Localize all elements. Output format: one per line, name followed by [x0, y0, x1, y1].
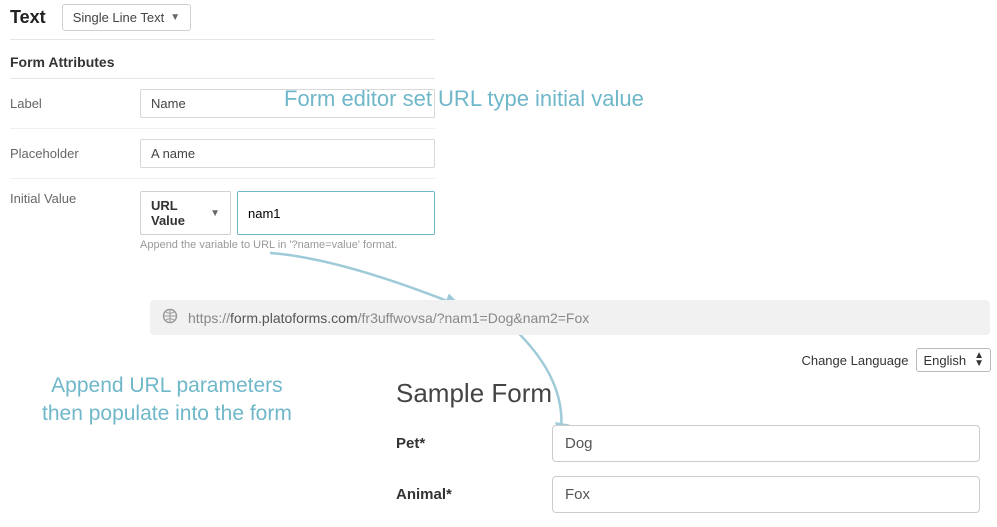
- language-select[interactable]: English ▲▼: [916, 348, 991, 372]
- pet-label: Pet*: [396, 435, 552, 452]
- sample-form: Sample Form Pet* Animal*: [396, 378, 980, 527]
- initial-value-label: Initial Value: [10, 191, 140, 206]
- field-type-label: Single Line Text: [73, 10, 165, 25]
- label-field-label: Label: [10, 96, 140, 111]
- initial-value-hint: Append the variable to URL in '?name=val…: [140, 239, 435, 251]
- language-row: Change Language English ▲▼: [801, 348, 991, 372]
- animal-input[interactable]: [552, 476, 980, 513]
- select-stepper-icon: ▲▼: [974, 352, 984, 368]
- sample-form-row-pet: Pet*: [396, 425, 980, 462]
- field-type-dropdown[interactable]: Single Line Text ▼: [62, 4, 191, 31]
- url-text: https://form.platoforms.com/fr3uffwovsa/…: [188, 310, 589, 326]
- placeholder-field-label: Placeholder: [10, 146, 140, 161]
- annotation-left: Append URL parameters then populate into…: [42, 372, 292, 429]
- form-editor-panel: Text Single Line Text ▼ Form Attributes …: [10, 0, 435, 261]
- animal-label: Animal*: [396, 486, 552, 503]
- language-selected: English: [923, 353, 966, 368]
- address-bar[interactable]: https://form.platoforms.com/fr3uffwovsa/…: [150, 300, 990, 335]
- initial-value-row: Initial Value URL Value ▼ Append the var…: [10, 179, 435, 261]
- annotation-top: Form editor set URL type initial value: [284, 86, 644, 112]
- sample-form-title: Sample Form: [396, 378, 980, 409]
- url-prefix: https://: [188, 310, 230, 326]
- placeholder-input[interactable]: [140, 139, 435, 168]
- annotation-left-line1: Append URL parameters: [51, 374, 283, 397]
- url-path: /fr3uffwovsa/?nam1=Dog&nam2=Fox: [358, 310, 590, 326]
- initial-value-param-input[interactable]: [237, 191, 435, 235]
- chevron-down-icon: ▼: [210, 208, 220, 219]
- pet-input[interactable]: [552, 425, 980, 462]
- url-host: form.platoforms.com: [230, 310, 358, 326]
- editor-title: Text: [10, 7, 46, 28]
- placeholder-row: Placeholder: [10, 129, 435, 179]
- annotation-left-line2: then populate into the form: [42, 402, 292, 425]
- initial-value-controls: URL Value ▼ Append the variable to URL i…: [140, 191, 435, 251]
- sample-form-row-animal: Animal*: [396, 476, 980, 513]
- initial-value-type-dropdown[interactable]: URL Value ▼: [140, 191, 231, 235]
- language-label: Change Language: [801, 353, 908, 368]
- chevron-down-icon: ▼: [170, 12, 180, 23]
- globe-icon: [162, 308, 178, 327]
- editor-header: Text Single Line Text ▼: [10, 0, 435, 40]
- form-attributes-heading: Form Attributes: [10, 40, 435, 79]
- initial-value-type-label: URL Value: [151, 198, 204, 228]
